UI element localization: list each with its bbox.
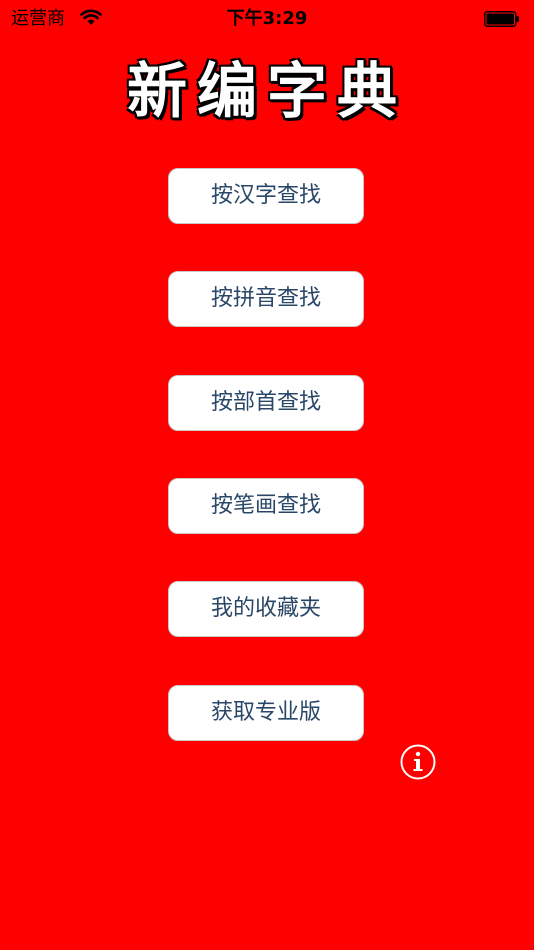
my-favorites-button[interactable]: 我的收藏夹 <box>168 581 364 637</box>
search-by-character-button[interactable]: 按汉字查找 <box>168 168 364 224</box>
status-bar: 运营商 下午3:29 <box>0 0 534 40</box>
search-by-radical-button[interactable]: 按部首查找 <box>168 375 364 431</box>
search-by-stroke-button[interactable]: 按笔画查找 <box>168 478 364 534</box>
search-by-pinyin-button[interactable]: 按拼音查找 <box>168 271 364 327</box>
info-icon[interactable] <box>400 744 436 780</box>
get-pro-version-button[interactable]: 获取专业版 <box>168 685 364 741</box>
status-time: 下午3:29 <box>226 8 308 29</box>
battery-icon <box>484 11 519 27</box>
app-title: 新编字典 <box>127 57 407 127</box>
